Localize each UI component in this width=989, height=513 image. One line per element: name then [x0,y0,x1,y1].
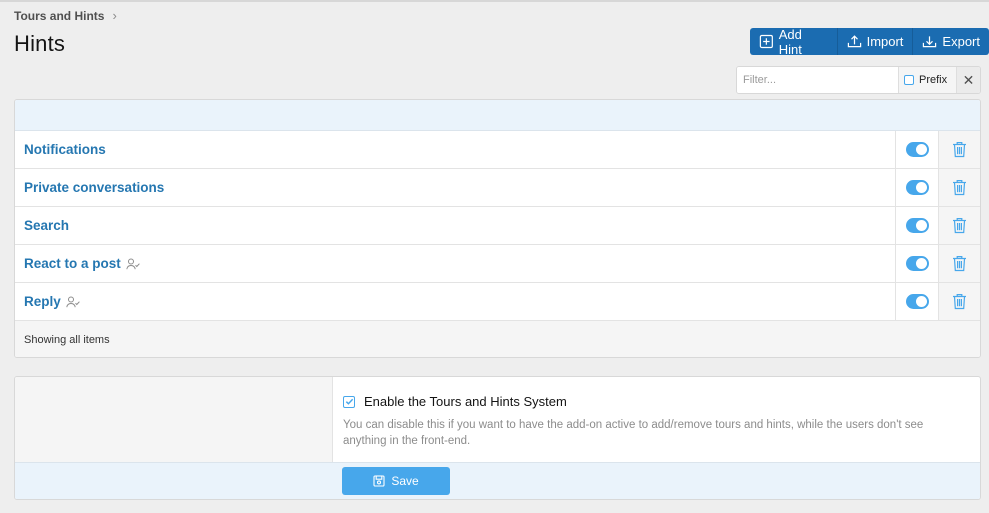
active-toggle[interactable] [905,142,929,157]
checkmark-icon [345,398,353,405]
hint-title-cell: Private conversations [15,169,895,206]
user-check-icon [66,296,80,307]
form-label-column [15,377,333,462]
delete-button[interactable] [938,207,980,244]
export-button[interactable]: Export [913,28,989,55]
enable-system-checkbox[interactable] [343,395,355,408]
delete-button[interactable] [938,283,980,320]
toggle-cell [895,283,938,320]
page-title: Hints [14,31,66,56]
plus-square-icon [759,34,773,49]
hint-title-link[interactable]: Notifications [24,142,106,157]
toggle-knob [915,220,927,231]
close-icon: ✕ [962,71,975,88]
trash-icon [953,180,966,196]
toggle-cell [895,169,938,206]
hint-title-cell: Reply [15,283,895,320]
toggle-knob [915,144,927,155]
prefix-label: Prefix [919,74,948,86]
active-toggle[interactable] [905,218,929,233]
trash-icon [953,142,966,158]
export-label: Export [942,34,980,49]
breadcrumb: Tours and Hints › [14,8,117,23]
delete-button[interactable] [938,131,980,168]
chevron-right-icon: › [112,8,117,23]
save-label: Save [391,474,419,488]
hint-title-link[interactable]: React to a post [24,256,121,271]
trash-icon [953,294,966,310]
clear-filter-button[interactable]: ✕ [956,67,980,93]
active-toggle[interactable] [905,256,929,271]
prefix-toggle[interactable]: Prefix [898,67,956,93]
enable-system-label: Enable the Tours and Hints System [364,394,567,409]
save-icon [373,475,385,487]
toggle-knob [915,296,927,307]
hint-title-link[interactable]: Search [24,218,69,233]
breadcrumb-link[interactable]: Tours and Hints [14,9,104,23]
toolbar-buttons: Add Hint Import Export [750,28,989,55]
options-form: Enable the Tours and Hints System You ca… [14,376,981,500]
add-hint-label: Add Hint [778,28,802,55]
list-header [15,100,980,131]
list-rows: Notifications Private conversations Sear… [15,131,980,321]
active-toggle[interactable] [905,180,929,195]
table-row: Notifications [15,131,980,169]
list-footer: Showing all items [15,321,980,357]
hints-list: Notifications Private conversations Sear… [14,99,981,358]
delete-button[interactable] [938,245,980,282]
active-toggle[interactable] [905,294,929,309]
trash-icon [953,218,966,234]
import-button[interactable]: Import [838,28,914,55]
hint-title-cell: React to a post [15,245,895,282]
user-check-icon [126,258,140,269]
hint-title-link[interactable]: Reply [24,294,61,309]
top-border [0,0,989,2]
filter-input[interactable] [737,67,898,93]
prefix-checkbox[interactable] [904,75,914,85]
table-row: Private conversations [15,169,980,207]
filter-bar: Prefix ✕ [736,66,981,94]
toggle-cell [895,245,938,282]
hint-title-cell: Notifications [15,131,895,168]
download-icon [923,36,937,48]
save-button[interactable]: Save [342,467,450,495]
upload-icon [847,35,861,48]
hint-title-cell: Search [15,207,895,244]
form-submit-row: Save [15,462,980,499]
trash-icon [953,256,966,272]
toggle-knob [915,182,927,193]
enable-system-option[interactable]: Enable the Tours and Hints System [343,394,567,409]
toggle-knob [915,258,927,269]
hint-title-link[interactable]: Private conversations [24,180,164,195]
enable-system-explain: You can disable this if you want to have… [343,419,924,447]
table-row: Reply [15,283,980,321]
add-hint-button[interactable]: Add Hint [750,28,838,55]
table-row: Search [15,207,980,245]
toggle-cell [895,131,938,168]
import-label: Import [866,34,904,49]
table-row: React to a post [15,245,980,283]
toggle-cell [895,207,938,244]
delete-button[interactable] [938,169,980,206]
